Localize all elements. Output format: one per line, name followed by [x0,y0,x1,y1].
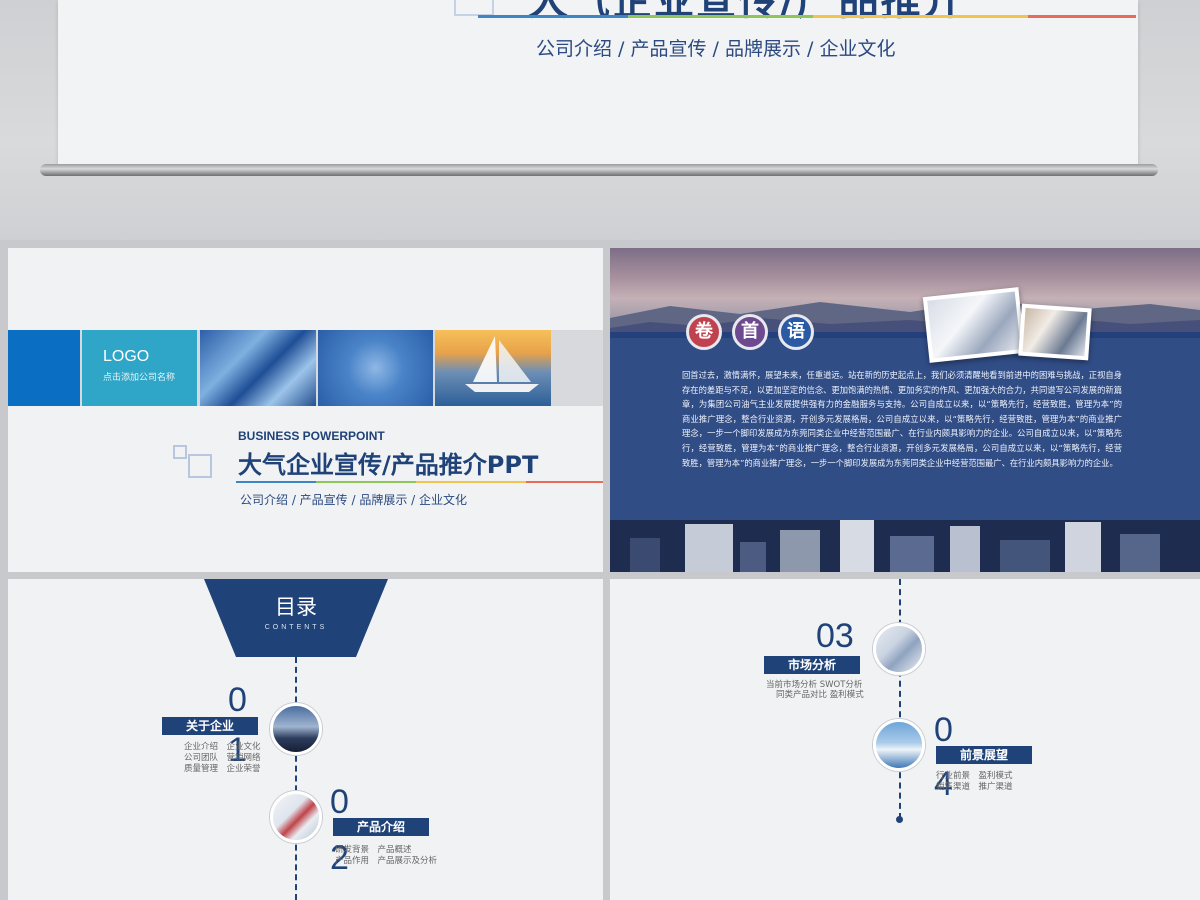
timeline-line [295,657,297,900]
hero-line-green [628,15,813,18]
building-image [200,330,316,406]
item-number-a: 0 [934,711,953,749]
item-desc-line: 当前市场分析 SWOT分析 [766,680,863,690]
logo-subtitle: 点击添加公司名称 [103,373,176,383]
cover-eyebrow: BUSINESS POWERPOINT [238,429,385,443]
slide-cover[interactable]: LOGO 点击添加公司名称 BUSINESS POWERPOINT 大气企业宣传… [8,248,603,572]
item-desc-line: 质量管理 企业荣誉 [184,764,261,774]
tile-blue [8,330,80,406]
item-label-product[interactable]: 产品介绍 [333,818,429,836]
sailboat-image [435,330,551,406]
item-desc-line: 销售渠道 推广渠道 [936,782,1013,792]
cover-subtitle: 公司介绍 / 产品宣传 / 品牌展示 / 企业文化 [240,493,468,507]
item-label-prospect[interactable]: 前景展望 [936,746,1032,764]
hero-square-decoration [454,0,494,16]
sailboat-icon [465,336,539,392]
item-label-market[interactable]: 市场分析 [764,656,860,674]
market-thumbnail [873,623,925,675]
contents-subtitle: CONTENTS [264,624,328,631]
item-desc-line: 产品作用 产品展示及分析 [335,856,438,866]
cover-line-yellow [416,481,526,483]
item-number-a: 0 [228,681,247,719]
preface-body: 回首过去，激情满怀，展望未来，任重道远。站在新的历史起点上，我们必须清醒地看到前… [682,370,1122,468]
item-desc-line: 企业介绍 企业文化 [184,742,261,752]
hero-line-red [1028,15,1136,18]
timeline-end-dot [896,816,903,823]
heading-char-1: 卷 [686,314,722,350]
handshake-photo [922,287,1026,363]
hero-line-yellow [813,15,1028,18]
logo-text: LOGO [103,348,150,365]
slide-contents[interactable]: 目录 CONTENTS 0 关于企业 1 企业介绍 企业文化 公司团队 营销网络… [8,579,603,900]
cover-title: 大气企业宣传/产品推介PPT [238,451,539,479]
hero-line-blue [478,15,628,18]
hero-backdrop: 大气企业宣传/产品推介 公司介绍 / 产品宣传 / 品牌展示 / 企业文化 [0,0,1200,240]
square-decoration-small [173,445,187,459]
hands-image [318,330,433,406]
cover-line-green [316,481,416,483]
hero-subtitle: 公司介绍 / 产品宣传 / 品牌展示 / 企业文化 [536,38,896,60]
item-desc-line: 研发背景 产品概述 [335,845,412,855]
contents-title: 目录 [275,595,317,619]
hero-title: 大气企业宣传/产品推介 [528,0,965,24]
product-thumbnail [270,791,322,843]
hero-slide-board: 大气企业宣传/产品推介 公司介绍 / 产品宣传 / 品牌展示 / 企业文化 [58,0,1138,165]
city-foreground [610,520,1200,572]
buildings-icon [630,520,1160,572]
item-desc-line: 行业前景 盈利模式 [936,771,1013,781]
slide-preface[interactable]: 卷 首 语 回首过去，激情满怀，展望未来，任重道远。站在新的历史起点上，我们必须… [610,248,1200,572]
meeting-photo [1018,303,1092,361]
item-desc-line: 同类产品对比 盈利模式 [776,690,864,700]
tile-logo [82,330,197,406]
cover-line-blue [236,481,316,483]
slide-contents-continued[interactable]: 03 市场分析 当前市场分析 SWOT分析 同类产品对比 盈利模式 0 前景展望… [610,579,1200,900]
item-number: 03 [816,617,854,655]
heading-char-3: 语 [778,314,814,350]
item-number-a: 0 [330,783,349,821]
prospect-thumbnail [873,719,925,771]
item-desc-line: 公司团队 营销网络 [184,753,261,763]
heading-char-2: 首 [732,314,768,350]
city-thumbnail [270,703,322,755]
square-decoration-large [188,454,212,478]
cover-line-red [526,481,603,483]
timeline-line [899,579,901,819]
hero-shelf-bar [40,164,1158,176]
